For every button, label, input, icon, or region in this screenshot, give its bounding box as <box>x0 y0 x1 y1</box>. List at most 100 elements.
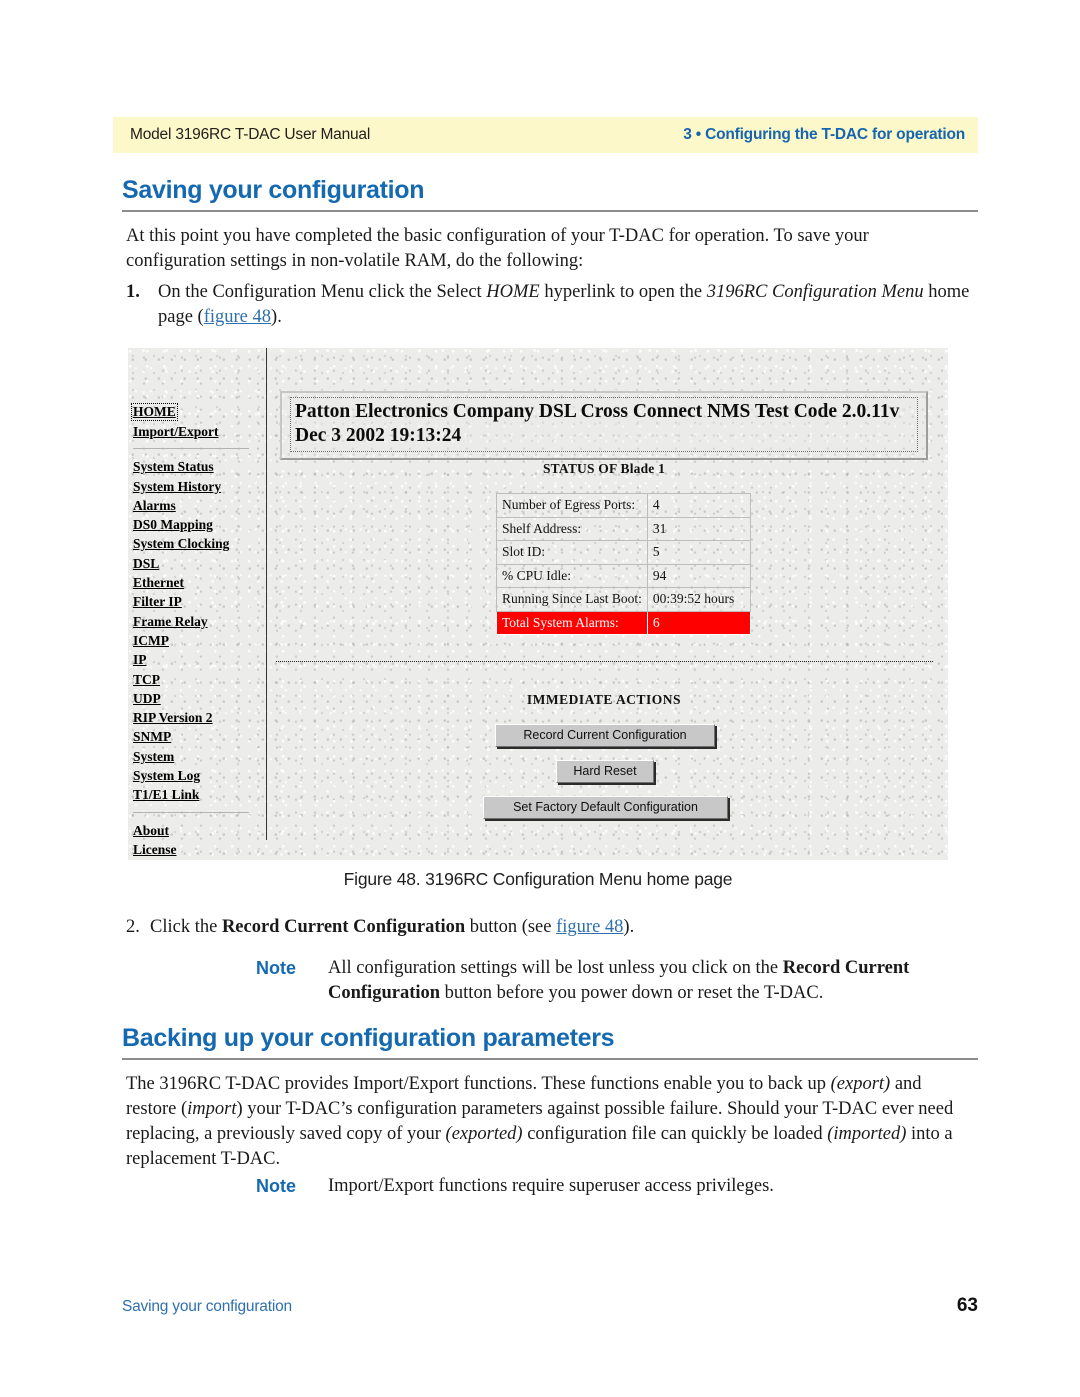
table-row: Number of Egress Ports: 4 <box>496 493 751 518</box>
section-heading-backing-up: Backing up your configuration parameters <box>122 1024 978 1060</box>
heading-rule <box>122 209 978 212</box>
para-2-i4: (imported) <box>827 1124 907 1145</box>
sidebar-item-rip-version-2[interactable]: RIP Version 2 <box>133 708 213 727</box>
section-separator <box>276 661 933 662</box>
sidebar-item-system-history[interactable]: System History <box>133 477 221 496</box>
app-title-line-1: Patton Electronics Company DSL Cross Con… <box>295 401 900 422</box>
table-row: Running Since Last Boot: 00:39:52 hours <box>496 587 751 612</box>
sidebar-item-system-status[interactable]: System Status <box>133 457 214 476</box>
sidebar-item-home[interactable]: HOME <box>131 403 178 421</box>
page-footer: Saving your configuration 63 <box>122 1295 978 1317</box>
step-1-home-ref: HOME <box>486 282 540 302</box>
status-value-cpu-idle: 94 <box>646 563 751 589</box>
sidebar-item-ethernet[interactable]: Ethernet <box>133 573 184 592</box>
step-1: 1. On the Configuration Menu click the S… <box>126 280 971 330</box>
status-value-running-since-boot: 00:39:52 hours <box>646 587 751 612</box>
sidebar-item-udp[interactable]: UDP <box>133 689 161 708</box>
sidebar-divider-2 <box>133 811 249 813</box>
table-row-alarm: Total System Alarms: 6 <box>496 610 751 636</box>
heading-rule-2 <box>122 1057 978 1060</box>
step-1-text: On the Configuration Menu click the Sele… <box>158 280 971 330</box>
note-label-2: Note <box>256 1176 296 1196</box>
status-value-slot-id: 5 <box>646 540 751 565</box>
sidebar-item-license[interactable]: License <box>133 840 177 859</box>
note-text: All configuration settings will be lost … <box>328 956 971 1006</box>
sidebar-item-system-clocking[interactable]: System Clocking <box>133 534 229 553</box>
status-label-total-alarms: Total System Alarms: <box>496 610 648 636</box>
record-current-configuration-button[interactable]: Record Current Configuration <box>495 724 715 748</box>
table-row: Slot ID: 5 <box>496 540 751 565</box>
sidebar-item-t1-e1-link[interactable]: T1/E1 Link <box>133 785 199 804</box>
sidebar-item-ip[interactable]: IP <box>133 650 147 669</box>
para-2-i1: (export) <box>830 1074 891 1094</box>
sidebar-item-ds0-mapping[interactable]: DS0 Mapping <box>133 515 213 534</box>
status-label-egress-ports: Number of Egress Ports: <box>496 493 648 518</box>
sidebar-divider-1 <box>133 448 249 450</box>
figure-caption: Figure 48. 3196RC Configuration Menu hom… <box>343 869 733 889</box>
status-section-title: STATUS OF Blade 1 <box>542 461 666 476</box>
sidebar-item-system-log[interactable]: System Log <box>133 766 200 785</box>
status-label-shelf-address: Shelf Address: <box>496 516 648 542</box>
note-1-text-b: button before you power down or reset th… <box>440 983 824 1004</box>
figure-48-link-step1[interactable]: figure 48 <box>204 307 271 327</box>
sidebar-item-icmp[interactable]: ICMP <box>133 631 169 650</box>
note-block-record-config: Note All configuration settings will be … <box>256 956 971 1006</box>
status-value-total-alarms: 6 <box>646 610 751 636</box>
page-number: 63 <box>956 1295 978 1316</box>
status-label-running-since-boot: Running Since Last Boot: <box>496 587 648 612</box>
step-1-text-a: On the Configuration Menu click the Sele… <box>158 282 487 302</box>
table-row: % CPU Idle: 94 <box>496 563 751 589</box>
sidebar-item-import-export[interactable]: Import/Export <box>133 422 219 441</box>
page-title: Saving your configuration <box>122 176 425 204</box>
table-row: Shelf Address: 31 <box>496 516 751 542</box>
web-ui-sidebar: HOME Import/Export System Status System … <box>131 402 259 859</box>
step-1-text-b: hyperlink to open the <box>539 282 707 302</box>
sidebar-item-snmp[interactable]: SNMP <box>133 727 171 746</box>
sidebar-item-tcp[interactable]: TCP <box>133 670 160 689</box>
sidebar-item-frame-relay[interactable]: Frame Relay <box>133 612 208 631</box>
figure-48-link-step2[interactable]: figure 48 <box>556 917 623 937</box>
step-1-text-d: ). <box>271 307 282 328</box>
chapter-title: 3 • Configuring the T-DAC for operation <box>683 126 965 143</box>
step-2-number: 2. <box>126 917 140 937</box>
status-label-cpu-idle: % CPU Idle: <box>496 563 648 589</box>
note-1-text-a: All configuration settings will be lost … <box>328 958 783 978</box>
step-2-text: Click the Record Current Configuration b… <box>150 915 971 940</box>
note-label: Note <box>256 958 296 978</box>
sidebar-item-alarms[interactable]: Alarms <box>133 496 176 515</box>
step-2-text-b: button (see <box>465 917 557 937</box>
section-heading-saving: Saving your configuration <box>122 176 978 212</box>
sidebar-item-dsl[interactable]: DSL <box>133 554 159 573</box>
immediate-actions-title: IMMEDIATE ACTIONS <box>526 692 682 707</box>
backing-up-paragraph: The 3196RC T-DAC provides Import/Export … <box>126 1072 971 1173</box>
status-value-egress-ports: 4 <box>646 493 751 518</box>
status-value-shelf-address: 31 <box>646 516 751 542</box>
section-2-title: Backing up your configuration parameters <box>122 1024 615 1052</box>
intro-paragraph: At this point you have completed the bas… <box>126 226 869 272</box>
note-block-import-export: Note Import/Export functions require sup… <box>256 1174 971 1199</box>
footer-section-name: Saving your configuration <box>122 1298 292 1315</box>
para-2-t1: The 3196RC T-DAC provides Import/Export … <box>126 1074 831 1094</box>
status-label-slot-id: Slot ID: <box>496 540 648 565</box>
step-2-text-a: Click the <box>150 917 222 937</box>
step-2: 2. Click the Record Current Configuratio… <box>126 915 971 940</box>
app-title-banner-inner: Patton Electronics Company DSL Cross Con… <box>290 397 918 452</box>
sidebar-item-about[interactable]: About <box>133 821 169 840</box>
hard-reset-button[interactable]: Hard Reset <box>556 760 654 784</box>
note-text-2: Import/Export functions require superuse… <box>328 1176 774 1196</box>
app-title-line-2: Dec 3 2002 19:13:24 <box>295 424 462 446</box>
step-2-text-c: ). <box>623 917 635 937</box>
sidebar-item-system[interactable]: System <box>133 747 174 766</box>
running-header: Model 3196RC T-DAC User Manual 3 • Confi… <box>113 117 978 153</box>
step-1-menu-ref: 3196RC Configuration Menu <box>706 282 924 302</box>
para-2-t4: configuration file can quickly be loaded <box>522 1124 828 1145</box>
status-table: Number of Egress Ports: 4 Shelf Address:… <box>496 493 751 636</box>
manual-title: Model 3196RC T-DAC User Manual <box>130 126 371 143</box>
sidebar-item-filter-ip[interactable]: Filter IP <box>133 592 182 611</box>
sidebar-divider <box>266 348 267 840</box>
figure-48-screenshot: HOME Import/Export System Status System … <box>128 348 948 860</box>
para-2-i3: (exported) <box>445 1124 523 1145</box>
app-title-banner: Patton Electronics Company DSL Cross Con… <box>280 391 928 460</box>
para-2-i2: import <box>187 1099 237 1120</box>
set-factory-default-button[interactable]: Set Factory Default Configuration <box>483 796 728 820</box>
